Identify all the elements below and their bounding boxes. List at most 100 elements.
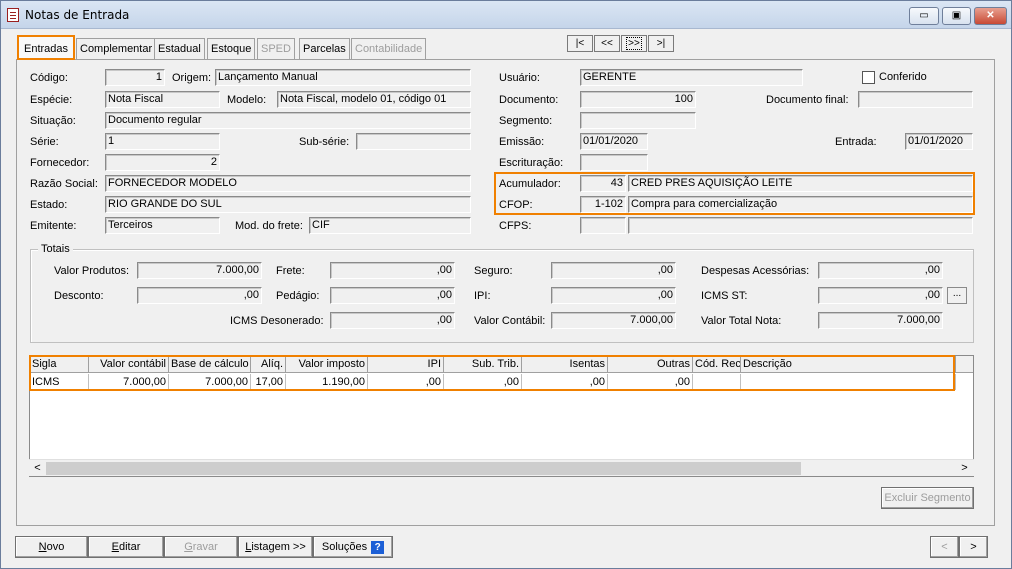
grid-horizontal-scrollbar[interactable]: < > [29,459,974,476]
desconto-field[interactable]: ,00 [137,287,262,304]
documento-final-field[interactable] [858,91,973,108]
solucoes-label: Soluções [321,541,368,553]
maximize-button[interactable]: ▣ [942,7,971,25]
fornecedor-field[interactable]: 2 [105,154,220,171]
mod-frete-field[interactable]: CIF [309,217,471,234]
acumulador-code-field[interactable]: 43 [580,175,626,192]
novo-button[interactable]: Novo [15,536,88,558]
emissao-field[interactable]: 01/01/2020 [580,133,648,150]
table-cell-sub-trib[interactable]: ,00 [444,374,522,390]
cfop-code-field[interactable]: 1-102 [580,196,626,213]
razao-social-field[interactable]: FORNECEDOR MODELO [105,175,471,192]
minimize-button[interactable]: ▭ [909,7,939,25]
situacao-field[interactable]: Documento regular [105,112,471,129]
codigo-field[interactable]: 1 [105,69,165,86]
column-header-sigla[interactable]: Sigla [30,356,89,373]
conferido-checkbox[interactable] [862,71,875,84]
table-cell-sigla[interactable]: ICMS [30,374,89,390]
table-cell-aliquota[interactable]: 17,00 [251,374,286,390]
next-record-button[interactable]: >> [621,35,647,52]
tab-parcelas[interactable]: Parcelas [299,38,350,59]
table-cell-ipi[interactable]: ,00 [368,374,444,390]
tab-sped[interactable]: SPED [257,38,295,59]
seguro-field[interactable]: ,00 [551,262,676,279]
last-record-button[interactable]: >| [648,35,674,52]
help-icon: ? [371,540,385,554]
escrituracao-field[interactable] [580,154,648,171]
next-record-label: >> [626,37,642,50]
icms-desonerado-field[interactable]: ,00 [330,312,455,329]
previous-record-button[interactable]: << [594,35,620,52]
column-header-outras[interactable]: Outras [608,356,693,373]
tab-estoque[interactable]: Estoque [207,38,256,59]
ipi-field[interactable]: ,00 [551,287,676,304]
excluir-segmento-button[interactable]: Excluir Segmento [881,487,974,509]
especie-field[interactable]: Nota Fiscal [105,91,220,108]
close-button[interactable]: ✕ [974,7,1007,25]
icms-st-details-button[interactable]: ... [947,287,967,304]
segmento-field[interactable] [580,112,696,129]
valor-total-nota-label: Valor Total Nota: [701,315,782,327]
solucoes-button[interactable]: Soluções? [313,536,393,558]
icms-st-field[interactable]: ,00 [818,287,943,304]
entrada-field[interactable]: 01/01/2020 [905,133,973,150]
cfps-code-field[interactable] [580,217,626,234]
notas-entrada-window: Notas de Entrada ▭ ▣ ✕ Entradas Compleme… [0,0,1012,569]
next-page-button[interactable]: > [959,536,988,558]
column-header-valor-imposto[interactable]: Valor imposto [286,356,368,373]
despesas-acessorias-field[interactable]: ,00 [818,262,943,279]
table-cell-isentas[interactable]: ,00 [522,374,608,390]
table-cell-descricao[interactable] [741,374,956,390]
modelo-field[interactable]: Nota Fiscal, modelo 01, código 01 [277,91,471,108]
tab-estadual[interactable]: Estadual [154,38,205,59]
column-header-sub-trib[interactable]: Sub. Trib. [444,356,522,373]
table-cell-outras[interactable]: ,00 [608,374,693,390]
editar-button[interactable]: Editar [88,536,164,558]
column-header-descricao[interactable]: Descrição [741,356,956,373]
ipi-label: IPI: [474,290,491,302]
usuario-field[interactable]: GERENTE [580,69,803,86]
column-header-ipi[interactable]: IPI [368,356,444,373]
documento-final-label: Documento final: [766,94,849,106]
previous-page-button[interactable]: < [930,536,959,558]
icms-desonerado-label: ICMS Desonerado: [230,315,324,327]
title-bar[interactable]: Notas de Entrada ▭ ▣ ✕ [1,1,1011,29]
pedagio-field[interactable]: ,00 [330,287,455,304]
origem-field[interactable]: Lançamento Manual [215,69,471,86]
valor-contabil-field[interactable]: 7.000,00 [551,312,676,329]
column-header-aliquota[interactable]: Alíq. [251,356,286,373]
listagem-button[interactable]: Listagem >> [238,536,313,558]
table-cell-valor-contabil[interactable]: 7.000,00 [89,374,169,390]
cfop-description-field[interactable]: Compra para comercialização [628,196,973,213]
emitente-field[interactable]: Terceiros [105,217,220,234]
scroll-right-arrow-icon[interactable]: > [956,460,973,477]
scroll-thumb[interactable] [46,462,801,475]
tab-contabilidade[interactable]: Contabilidade [351,38,427,59]
column-header-isentas[interactable]: Isentas [522,356,608,373]
tab-complementar[interactable]: Complementar [76,38,157,59]
column-header-valor-contabil[interactable]: Valor contábil [89,356,169,373]
estado-field[interactable]: RIO GRANDE DO SUL [105,196,471,213]
acumulador-description-field[interactable]: CRED PRES AQUISIÇÃO LEITE [628,175,973,192]
valor-total-nota-field[interactable]: 7.000,00 [818,312,943,329]
gravar-button[interactable]: Gravar [164,536,238,558]
segmento-label: Segmento: [499,115,553,127]
serie-field[interactable]: 1 [105,133,220,150]
table-cell-base-calculo[interactable]: 7.000,00 [169,374,251,390]
table-cell-valor-imposto[interactable]: 1.190,00 [286,374,368,390]
scroll-left-arrow-icon[interactable]: < [29,460,46,477]
scroll-track[interactable] [46,462,957,475]
desconto-label: Desconto: [54,290,104,302]
despesas-acessorias-label: Despesas Acessórias: [701,265,810,277]
valor-produtos-field[interactable]: 7.000,00 [137,262,262,279]
column-header-cod-rec[interactable]: Cód. Rec. [693,356,741,373]
first-record-button[interactable]: |< [567,35,593,52]
subserie-field[interactable] [356,133,471,150]
tab-entradas[interactable]: Entradas [17,35,76,60]
table-cell-cod-rec[interactable] [693,374,741,390]
frete-field[interactable]: ,00 [330,262,455,279]
cfps-description-field[interactable] [628,217,973,234]
valor-produtos-label: Valor Produtos: [54,265,130,277]
documento-field[interactable]: 100 [580,91,696,108]
column-header-base-calculo[interactable]: Base de cálculo [169,356,251,373]
